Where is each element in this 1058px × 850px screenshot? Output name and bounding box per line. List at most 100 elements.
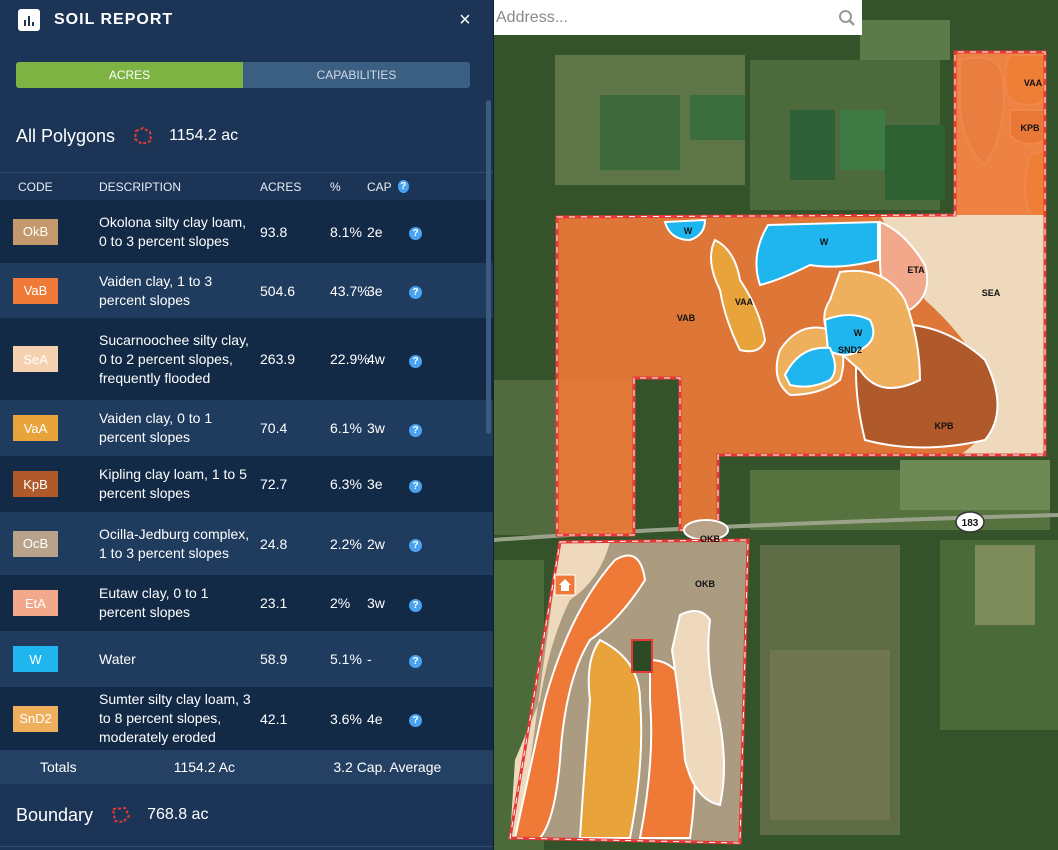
soil-cap: 4w bbox=[367, 351, 385, 367]
panel-header: SOIL REPORT × bbox=[0, 0, 493, 40]
soil-code-badge: SnD2 bbox=[13, 705, 58, 732]
map-label: W bbox=[820, 237, 829, 247]
map-label: SEA bbox=[982, 288, 1001, 298]
panel-scrollbar[interactable] bbox=[486, 100, 491, 434]
soil-description: Sucarnoochee silty clay, 0 to 2 percent … bbox=[99, 331, 249, 386]
polygon-icon bbox=[111, 806, 131, 824]
map-label: ETA bbox=[907, 265, 925, 275]
satellite-map[interactable]: 183 VAA KPB W W ETA SEA VAB VAA W SND2 K… bbox=[494, 0, 1058, 850]
polygon-icon bbox=[133, 127, 153, 145]
soil-description: Vaiden clay, 1 to 3 percent slopes bbox=[99, 272, 213, 308]
view-tabs: ACRES CAPABILITIES bbox=[16, 62, 470, 88]
soil-percent: 2% bbox=[330, 595, 351, 611]
soil-cap: 3w bbox=[367, 420, 385, 436]
section-title: Boundary bbox=[16, 804, 94, 825]
soil-description: Sumter silty clay loam, 3 to 8 percent s… bbox=[99, 691, 251, 745]
table-row[interactable]: OcB Ocilla-Jedburg complex, 1 to 3 perce… bbox=[0, 512, 493, 575]
table-row[interactable]: W Water 58.9 5.1% - ? bbox=[0, 631, 493, 687]
table-row[interactable]: SeA Sucarnoochee silty clay, 0 to 2 perc… bbox=[0, 318, 493, 400]
table-row[interactable]: OkB Okolona silty clay loam, 0 to 3 perc… bbox=[0, 200, 493, 263]
soil-acres: 504.6 bbox=[260, 282, 296, 299]
soil-acres: 93.8 bbox=[260, 223, 288, 240]
col-description: DESCRIPTION bbox=[99, 179, 182, 194]
soil-code-badge: SeA bbox=[13, 346, 58, 372]
help-icon[interactable]: ? bbox=[409, 227, 422, 240]
map-canvas[interactable]: 183 VAA KPB W W ETA SEA VAB VAA W SND2 K… bbox=[494, 0, 1058, 850]
soil-description: Vaiden clay, 0 to 1 percent slopes bbox=[99, 410, 213, 445]
soil-percent: 6.1% bbox=[330, 420, 362, 436]
soil-code-badge: VaA bbox=[13, 415, 58, 441]
soil-percent: 6.3% bbox=[330, 476, 362, 492]
close-icon[interactable]: × bbox=[455, 10, 475, 30]
tab-acres[interactable]: ACRES bbox=[16, 62, 243, 88]
road-shield-label: 183 bbox=[962, 518, 979, 529]
map-label: VAA bbox=[735, 297, 754, 307]
soil-percent: 43.7% bbox=[330, 282, 370, 299]
soil-cap: 3w bbox=[367, 595, 385, 611]
soil-code-badge: VaB bbox=[13, 277, 58, 304]
bar-chart-icon bbox=[18, 9, 40, 31]
soil-acres: 42.1 bbox=[260, 710, 288, 727]
soil-acres: 24.8 bbox=[260, 535, 288, 552]
map-label: KPB bbox=[1020, 123, 1040, 133]
map-label: SND2 bbox=[838, 345, 862, 355]
table-header: CODE DESCRIPTION ACRES % CAP bbox=[0, 846, 493, 850]
table-row[interactable]: KpB Kipling clay loam, 1 to 5 percent sl… bbox=[0, 456, 493, 512]
table-row[interactable]: VaB Vaiden clay, 1 to 3 percent slopes 5… bbox=[0, 263, 493, 318]
col-acres: ACRES bbox=[260, 179, 302, 194]
soil-description: Ocilla-Jedburg complex, 1 to 3 percent s… bbox=[99, 525, 250, 561]
panel-title: SOIL REPORT bbox=[54, 11, 174, 28]
tab-capabilities[interactable]: CAPABILITIES bbox=[243, 62, 470, 88]
soil-acres: 58.9 bbox=[260, 651, 288, 667]
soil-percent: 3.6% bbox=[330, 710, 362, 727]
soil-cap: 2e bbox=[367, 223, 383, 240]
map-label: VAB bbox=[677, 313, 696, 323]
soil-percent: 8.1% bbox=[330, 223, 362, 240]
soil-acres: 263.9 bbox=[260, 351, 296, 367]
section-area: 768.8 ac bbox=[147, 806, 209, 823]
soil-cap: - bbox=[367, 651, 372, 667]
section-area: 1154.2 ac bbox=[169, 127, 239, 144]
help-icon[interactable]: ? bbox=[409, 539, 422, 552]
soil-cap: 4e bbox=[367, 710, 383, 727]
table-row[interactable]: VaA Vaiden clay, 0 to 1 percent slopes 7… bbox=[0, 400, 493, 456]
soil-cap: 3e bbox=[367, 282, 383, 299]
address-search[interactable]: Address... bbox=[494, 0, 862, 35]
col-code: CODE bbox=[18, 179, 53, 194]
soil-code-badge: W bbox=[13, 646, 58, 672]
help-icon[interactable]: ? bbox=[409, 423, 422, 437]
table-header: CODE DESCRIPTION ACRES % CAP ? bbox=[0, 172, 493, 200]
help-icon[interactable]: ? bbox=[409, 598, 422, 612]
totals-acres: 1154.2 Ac bbox=[173, 759, 235, 775]
soil-percent: 22.9% bbox=[330, 351, 370, 367]
soil-cap: 2w bbox=[367, 535, 385, 552]
soil-percent: 5.1% bbox=[330, 651, 362, 667]
table-row[interactable]: SnD2 Sumter silty clay loam, 3 to 8 perc… bbox=[0, 687, 493, 750]
help-icon[interactable]: ? bbox=[409, 714, 422, 727]
help-icon[interactable]: ? bbox=[409, 354, 422, 368]
soil-code-badge: OcB bbox=[13, 530, 58, 557]
soil-description: Water bbox=[99, 650, 136, 667]
table-row[interactable]: EtA Eutaw clay, 0 to 1 percent slopes 23… bbox=[0, 575, 493, 631]
soil-description: Okolona silty clay loam, 0 to 3 percent … bbox=[99, 213, 247, 249]
section-boundary: Boundary 768.8 ac bbox=[0, 784, 493, 846]
section-title: All Polygons bbox=[16, 125, 116, 146]
search-input[interactable]: Address... bbox=[496, 9, 832, 27]
soil-code-badge: KpB bbox=[13, 471, 58, 497]
help-icon[interactable]: ? bbox=[397, 180, 409, 193]
help-icon[interactable]: ? bbox=[409, 654, 422, 668]
search-icon[interactable] bbox=[832, 9, 862, 27]
help-icon[interactable]: ? bbox=[409, 286, 422, 299]
section-all-polygons: All Polygons 1154.2 ac bbox=[0, 100, 493, 172]
totals-row: Totals 1154.2 Ac 3.2 Cap. Average bbox=[0, 750, 493, 784]
map-label: OKB bbox=[700, 534, 721, 544]
soil-description: Eutaw clay, 0 to 1 percent slopes bbox=[99, 585, 209, 620]
soil-table: OkB Okolona silty clay loam, 0 to 3 perc… bbox=[0, 200, 493, 750]
col-cap: CAP ? bbox=[367, 180, 409, 194]
map-label: W bbox=[684, 226, 693, 236]
soil-code-badge: EtA bbox=[13, 590, 58, 616]
soil-cap: 3e bbox=[367, 476, 383, 492]
map-label: VAA bbox=[1024, 78, 1043, 88]
help-icon[interactable]: ? bbox=[409, 479, 422, 493]
soil-acres: 23.1 bbox=[260, 595, 288, 611]
